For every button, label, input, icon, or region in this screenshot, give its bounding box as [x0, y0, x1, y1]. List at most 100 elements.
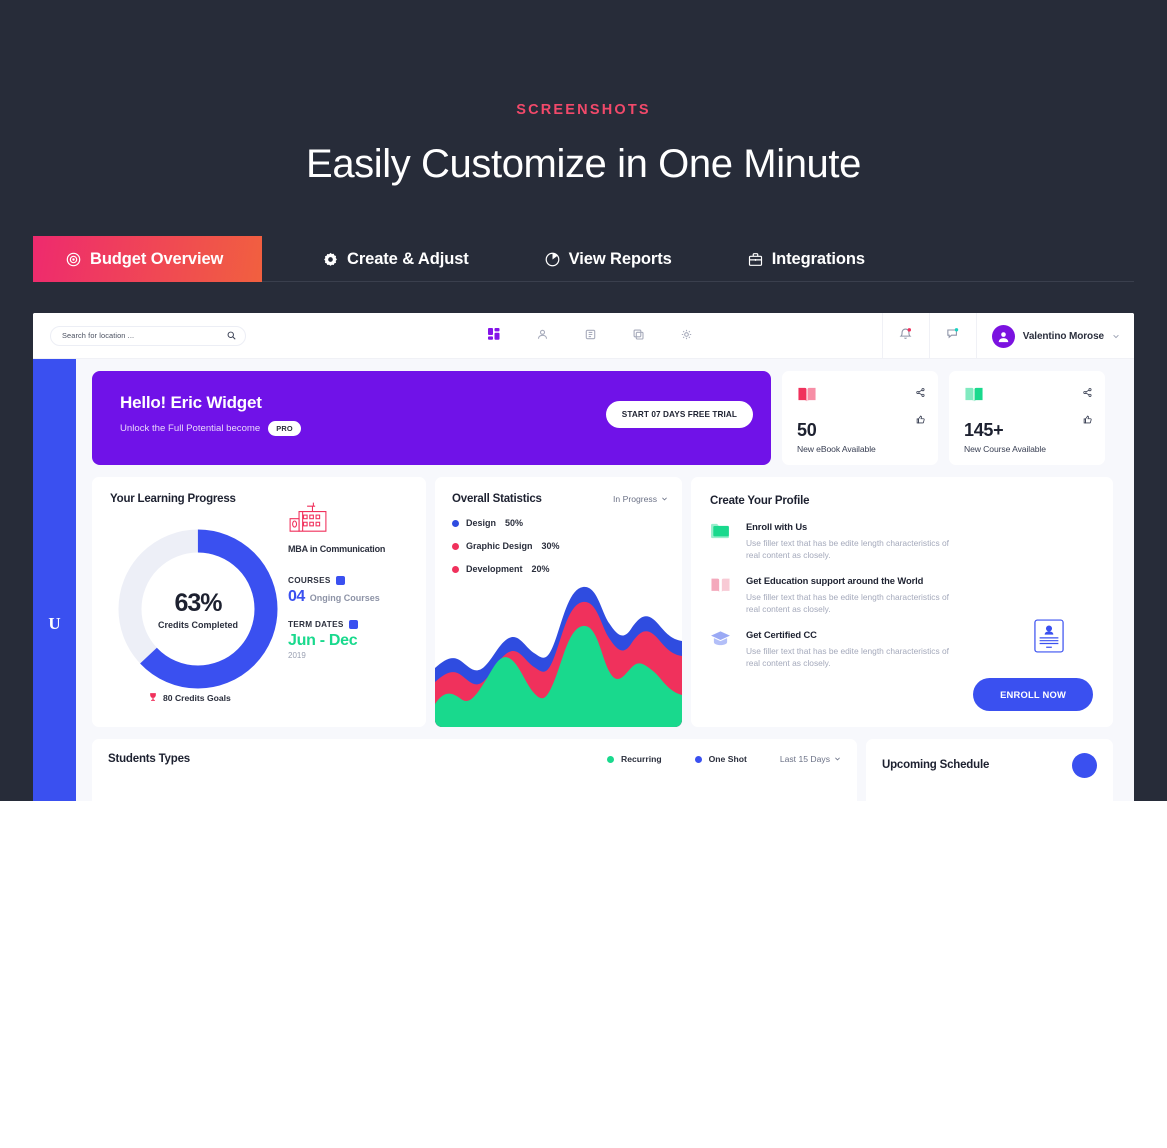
legend-value: 50%	[505, 518, 524, 528]
feature-description: Use filler text that has be edite length…	[746, 592, 949, 614]
credits-goal-label: 80 Credits Goals	[163, 693, 231, 703]
legend-dot	[452, 519, 459, 527]
term-year: 2019	[288, 651, 306, 660]
stat-card-actions	[916, 384, 925, 429]
dashboard-topbar: Search for location ... Valentino Morose	[33, 313, 1134, 359]
stat-value: 145+	[964, 420, 1004, 440]
messages-button[interactable]	[928, 313, 976, 359]
top-row: Hello! Eric Widget Unlock the Full Poten…	[92, 371, 1120, 465]
progress-percent: 63%	[174, 588, 222, 617]
legend-label: Recurring	[621, 754, 662, 764]
feature-title: Get Certified CC	[746, 629, 817, 640]
book-open-icon	[797, 387, 817, 409]
legend-label: Graphic Design	[466, 541, 533, 551]
settings-gear-icon[interactable]	[681, 327, 692, 345]
profile-feature-text: Get Certified CC Use filler text that ha…	[746, 628, 961, 669]
pro-badge: PRO	[268, 421, 301, 436]
tab-label: Budget Overview	[90, 249, 224, 268]
university-icon	[288, 502, 328, 537]
chevron-down-icon	[1112, 327, 1120, 345]
legend-dot	[452, 542, 459, 550]
tab-create-adjust[interactable]: Create & Adjust	[301, 236, 491, 282]
profile-feature-item: Get Education support around the World U…	[710, 574, 1113, 615]
legend-value: 30%	[541, 541, 560, 551]
dropdown-label: Last 15 Days	[779, 754, 830, 764]
pie-chart-icon	[545, 252, 560, 267]
degree-info: MBA in Communication COURSES 04 Onging C…	[288, 499, 416, 660]
thumbs-up-icon[interactable]	[916, 411, 925, 429]
students-period-dropdown[interactable]: Last 15 Days	[780, 754, 841, 764]
courses-label: COURSES	[288, 576, 331, 585]
legend-item: One Shot	[694, 754, 747, 764]
free-trial-button[interactable]: START 07 DAYS FREE TRIAL	[605, 401, 753, 428]
user-menu[interactable]: Valentino Morose	[975, 313, 1134, 359]
feature-description: Use filler text that has be edite length…	[746, 646, 949, 668]
folder-icon	[710, 520, 733, 561]
courses-value: 04	[288, 588, 305, 605]
book-icon[interactable]	[585, 327, 596, 345]
enroll-now-button[interactable]: ENROLL NOW	[973, 678, 1093, 711]
promo-banner: Hello! Eric Widget Unlock the Full Poten…	[92, 371, 771, 465]
copy-icon[interactable]	[633, 327, 644, 345]
sidebar-logo[interactable]: U	[33, 614, 76, 634]
stat-card-courses: 145+ New Course Available	[949, 371, 1105, 465]
search-input[interactable]: Search for location ...	[50, 325, 246, 346]
upcoming-schedule-action-button[interactable]	[1072, 753, 1097, 778]
term-label-row: TERM DATES	[288, 620, 416, 629]
section-eyebrow: SCREENSHOTS	[516, 102, 651, 118]
dashboard-body: U Hello! Eric Widget Unlock the Full Pot…	[33, 359, 1134, 801]
bottom-row: Students Types Recurring One Shot Last 1…	[92, 739, 1120, 801]
tab-integrations[interactable]: Integrations	[726, 236, 887, 282]
search-icon	[227, 327, 236, 345]
dashboard-content: Hello! Eric Widget Unlock the Full Poten…	[76, 359, 1134, 801]
students-types-card: Students Types Recurring One Shot Last 1…	[92, 739, 857, 801]
feature-title: Enroll with Us	[746, 521, 808, 532]
search-placeholder: Search for location ...	[62, 331, 135, 340]
statistics-period-dropdown[interactable]: In Progress	[613, 494, 668, 504]
statistics-header: Overall Statistics In Progress	[452, 493, 682, 505]
dashboard-grid-icon[interactable]	[488, 327, 500, 345]
donut-center-label: 63% Credits Completed	[115, 526, 281, 692]
hero-section: SCREENSHOTS Easily Customize in One Minu…	[0, 0, 1167, 801]
legend-label: One Shot	[708, 754, 747, 764]
book-open-icon	[710, 574, 733, 615]
feature-description: Use filler text that has be edite length…	[746, 538, 949, 560]
topbar-right-group: Valentino Morose	[881, 313, 1134, 359]
id-card-icon	[1034, 619, 1064, 658]
thumbs-up-icon[interactable]	[1083, 411, 1092, 429]
dashboard-screenshot: Search for location ... Valentino Morose…	[33, 313, 1134, 801]
profile-feature-text: Enroll with Us Use filler text that has …	[746, 520, 961, 561]
card-title: Create Your Profile	[710, 495, 810, 507]
share-icon[interactable]	[1083, 384, 1092, 402]
target-icon	[66, 252, 81, 267]
page-title: Easily Customize in One Minute	[306, 142, 861, 186]
stat-value: 50	[797, 420, 817, 440]
upcoming-schedule-card: Upcoming Schedule	[866, 739, 1113, 801]
chevron-down-icon	[834, 754, 841, 764]
trophy-icon	[148, 692, 158, 704]
tab-view-reports[interactable]: View Reports	[523, 236, 694, 282]
banner-subtitle: Unlock the Full Potential become	[120, 423, 261, 434]
dashboard-sidebar: U	[33, 359, 76, 801]
share-icon[interactable]	[916, 384, 925, 402]
bell-icon	[899, 327, 912, 345]
book-open-icon	[964, 387, 984, 409]
notifications-button[interactable]	[881, 313, 929, 359]
user-icon[interactable]	[537, 327, 548, 345]
statistics-legend: Design 50% Graphic Design 30% Developmen…	[452, 518, 682, 574]
overall-statistics-card: Overall Statistics In Progress Design 50…	[435, 477, 682, 727]
courses-badge-icon	[335, 576, 345, 585]
screenshot-tabs: Budget Overview Create & Adjust View Rep…	[33, 236, 1134, 282]
dashboard-nav-icons	[488, 327, 692, 345]
gear-icon	[323, 252, 338, 267]
stat-label: New Course Available	[964, 444, 1046, 454]
courses-value-row: 04 Onging Courses	[288, 588, 416, 606]
stat-card-ebooks: 50 New eBook Available	[782, 371, 938, 465]
card-title: Students Types	[108, 753, 190, 765]
term-value: Jun - Dec	[288, 632, 358, 649]
middle-row: Your Learning Progress 63% Credits Compl…	[92, 477, 1120, 727]
tab-budget-overview[interactable]: Budget Overview	[33, 236, 262, 282]
message-icon	[946, 327, 959, 345]
progress-caption: Credits Completed	[157, 619, 238, 630]
feature-title: Get Education support around the World	[746, 575, 924, 586]
